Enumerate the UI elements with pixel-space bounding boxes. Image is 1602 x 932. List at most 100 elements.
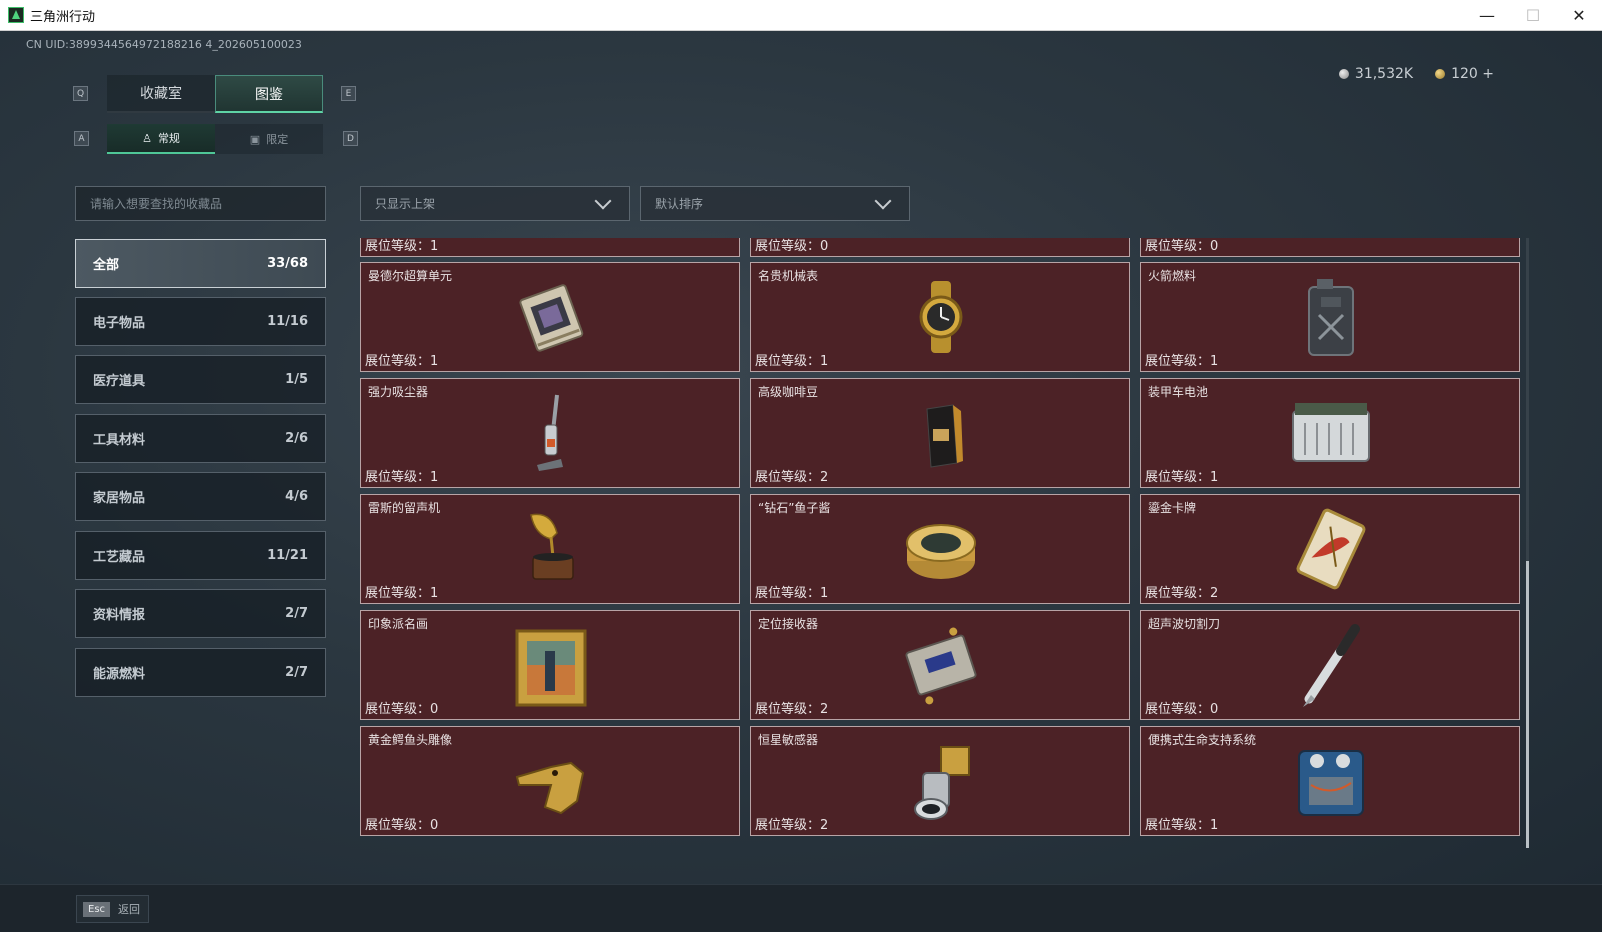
item-name: 火箭燃料 [1148,269,1197,283]
item-level: 展位等级：2 [755,818,829,833]
item-name: 定位接收器 [758,617,819,631]
gramophone-icon [511,505,591,593]
category-intel[interactable]: 资料情报 2/7 [75,589,326,638]
gold-amount: 120 + [1451,66,1494,82]
category-count: 33/68 [267,256,308,271]
category-energy[interactable]: 能源燃料 2/7 [75,648,326,697]
item-level: 展位等级：2 [755,702,829,717]
tab-catalog[interactable]: 图鉴 [215,75,323,113]
bottom-bar: Esc 返回 [0,884,1602,932]
category-household[interactable]: 家居物品 4/6 [75,472,326,521]
item-level: 展位等级：1 [365,354,439,369]
main-area: CN UID:3899344564972188216 4_20260510002… [0,31,1602,884]
gold-currency[interactable]: 120 + [1435,66,1494,82]
item-card[interactable]: 装甲车电池 展位等级：1 [1140,378,1520,488]
window-controls: — ☐ ✕ [1464,0,1602,31]
subtab-limited[interactable]: ▣ 限定 [215,124,323,154]
item-card[interactable]: 黄金鳄鱼头雕像 展位等级：0 [360,726,740,836]
sort-value: 默认排序 [655,197,704,211]
item-name: 装甲车电池 [1148,385,1209,399]
item-card[interactable]: 强力吸尘器 展位等级：1 [360,378,740,488]
item-name: 恒星敏感器 [758,733,819,747]
window-title: 三角洲行动 [30,9,96,25]
ultrasonic-knife-icon [1291,621,1371,709]
category-electronics[interactable]: 电子物品 11/16 [75,297,326,346]
category-medical[interactable]: 医疗道具 1/5 [75,355,326,404]
subtab-regular-label: 常规 [157,132,180,145]
category-label: 全部 [93,258,120,273]
category-count: 2/7 [285,606,308,621]
esc-key-hint: Esc [83,901,111,917]
item-card-partial[interactable]: 展位等级：0 [1140,238,1520,257]
item-card[interactable]: 恒星敏感器 展位等级：2 [750,726,1130,836]
subtab-regular[interactable]: ♙ 常规 [107,124,215,154]
gold-card-icon [1291,505,1371,593]
minimize-button[interactable]: — [1464,0,1510,31]
croc-statue-icon [511,737,591,825]
item-card[interactable]: “钻石”鱼子酱 展位等级：1 [750,494,1130,604]
person-icon: ♙ [142,131,152,145]
category-count: 11/21 [267,548,308,563]
item-name: 便携式生命支持系统 [1148,733,1257,747]
category-tools[interactable]: 工具材料 2/6 [75,414,326,463]
supercomputer-icon [511,273,591,361]
sort-dropdown[interactable]: 默认排序 [640,186,910,221]
tab-collection-room[interactable]: 收藏室 [107,75,215,113]
category-count: 2/7 [285,665,308,680]
item-card-partial[interactable]: 展位等级：1 [360,238,740,257]
item-card[interactable]: 超声波切割刀 展位等级：0 [1140,610,1520,720]
star-sensor-icon [901,737,981,825]
maximize-button[interactable]: ☐ [1510,0,1556,31]
category-all[interactable]: 全部 33/68 [75,239,326,288]
category-label: 家居物品 [93,491,146,506]
item-level: 展位等级：1 [365,586,439,601]
category-label: 电子物品 [93,316,146,331]
subtab-limited-label: 限定 [266,133,289,146]
item-card-partial[interactable]: 展位等级：0 [750,238,1130,257]
item-name: 强力吸尘器 [368,385,429,399]
item-level: 展位等级：1 [755,586,829,601]
item-level: 展位等级：0 [1145,239,1219,254]
item-name: 曼德尔超算单元 [368,269,453,283]
item-level: 展位等级：0 [365,818,439,833]
item-card[interactable]: 火箭燃料 展位等级：1 [1140,262,1520,372]
shelf-filter-dropdown[interactable]: 只显示上架 [360,186,630,221]
item-level: 展位等级：0 [755,239,829,254]
item-card[interactable]: 雷斯的留声机 展位等级：1 [360,494,740,604]
back-button[interactable]: Esc 返回 [76,895,150,923]
app-logo-icon [8,7,24,23]
category-crafts[interactable]: 工艺藏品 11/21 [75,531,326,580]
receiver-icon [901,621,981,709]
item-name: “钻石”鱼子酱 [758,501,831,515]
item-card[interactable]: 印象派名画 展位等级：0 [360,610,740,720]
close-button[interactable]: ✕ [1556,0,1602,31]
item-level: 展位等级：1 [1145,354,1219,369]
item-card[interactable]: 高级咖啡豆 展位等级：2 [750,378,1130,488]
item-card[interactable]: 曼德尔超算单元 展位等级：1 [360,262,740,372]
item-level: 展位等级：1 [1145,818,1219,833]
item-level: 展位等级：1 [365,239,439,254]
shelf-filter-value: 只显示上架 [375,197,436,211]
gold-coin-icon [1435,69,1446,79]
back-label: 返回 [118,903,141,916]
item-card[interactable]: 定位接收器 展位等级：2 [750,610,1130,720]
life-support-icon [1291,737,1371,825]
caviar-tin-icon [901,505,981,593]
search-input[interactable]: 请输入想要查找的收藏品 [75,186,326,221]
battery-icon [1291,389,1371,477]
grid-scrollbar-thumb[interactable] [1526,561,1529,848]
category-label: 能源燃料 [93,667,146,682]
item-card[interactable]: 名贵机械表 展位等级：1 [750,262,1130,372]
tab-prev-key: Q [73,86,88,101]
title-bar: 三角洲行动 — ☐ ✕ [0,0,1602,31]
silver-coin-icon [1338,69,1349,79]
item-name: 黄金鳄鱼头雕像 [368,733,453,747]
category-count: 2/6 [285,431,308,446]
item-level: 展位等级：1 [755,354,829,369]
item-level: 展位等级：2 [755,470,829,485]
item-card[interactable]: 便携式生命支持系统 展位等级：1 [1140,726,1520,836]
category-label: 资料情报 [93,608,146,623]
watch-icon [901,273,981,361]
item-card[interactable]: 鎏金卡牌 展位等级：2 [1140,494,1520,604]
item-level: 展位等级：2 [1145,586,1219,601]
